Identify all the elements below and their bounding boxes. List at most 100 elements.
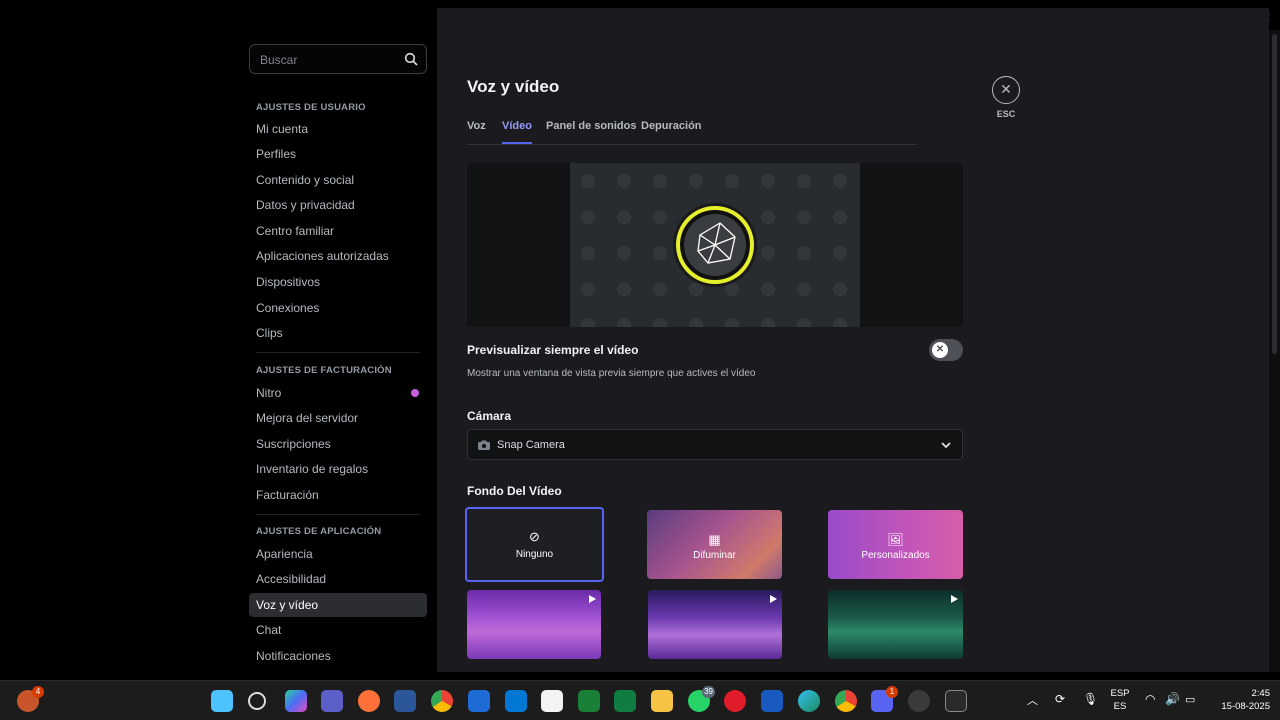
sidebar-divider xyxy=(256,514,420,515)
camera-select-value: Snap Camera xyxy=(497,439,565,451)
toggle-off-icon: ✕ xyxy=(932,342,948,358)
app-icon[interactable] xyxy=(468,690,490,712)
always-preview-toggle[interactable]: ✕ xyxy=(929,339,963,361)
background-thumb-3[interactable] xyxy=(828,590,963,659)
excel-icon[interactable] xyxy=(614,690,636,712)
background-option-custom-label: Personalizados xyxy=(861,550,930,561)
search-placeholder: Buscar xyxy=(260,53,298,67)
sidebar-item-content-social[interactable]: Contenido y social xyxy=(249,168,427,192)
windows-start-icon[interactable] xyxy=(211,690,233,712)
firefox-icon[interactable] xyxy=(358,690,380,712)
word-icon[interactable] xyxy=(761,690,783,712)
notification-app-icon[interactable]: 4 xyxy=(17,686,44,712)
outlook-icon[interactable] xyxy=(505,690,527,712)
calendar-icon[interactable] xyxy=(541,690,563,712)
tray-chevron-icon[interactable]: ︿ xyxy=(1027,692,1038,708)
camera-placeholder-icon xyxy=(570,163,860,327)
background-option-none-label: Ninguno xyxy=(515,549,554,560)
sidebar-item-voice-video[interactable]: Voz y vídeo xyxy=(249,593,427,617)
background-option-blur[interactable]: ▦ Difuminar xyxy=(647,510,782,579)
page-title: Voz y vídeo xyxy=(467,77,560,96)
sidebar-item-billing[interactable]: Facturación xyxy=(249,483,427,507)
sidebar-divider xyxy=(256,352,420,353)
taskbar-search-icon[interactable] xyxy=(248,692,266,710)
camera-icon xyxy=(478,440,490,450)
section-header-user-settings: AJUSTES DE USUARIO xyxy=(256,102,366,113)
sidebar-item-nitro[interactable]: Nitro xyxy=(249,381,427,405)
camera-select[interactable]: Snap Camera xyxy=(467,429,963,460)
preview-option-title: Previsualizar siempre el vídeo xyxy=(467,343,639,357)
wifi-icon[interactable]: ◠ xyxy=(1145,692,1155,706)
tab-bar: Voz Vídeo Panel de sonidos Depuración xyxy=(467,120,917,145)
tab-voice[interactable]: Voz xyxy=(467,120,486,144)
battery-icon[interactable]: ▭ xyxy=(1185,693,1195,706)
notification-badge: 1 xyxy=(886,686,898,698)
notification-badge: 4 xyxy=(32,686,44,698)
section-header-billing-settings: AJUSTES DE FACTURACIÓN xyxy=(256,365,392,376)
background-option-blur-label: Difuminar xyxy=(693,550,736,561)
camera-label: Cámara xyxy=(467,409,512,423)
app-icon[interactable] xyxy=(394,690,416,712)
add-image-icon: 🖼 xyxy=(887,532,904,547)
opera-icon[interactable] xyxy=(724,690,746,712)
video-background-label: Fondo Del Vídeo xyxy=(467,484,562,498)
sidebar-item-notifications[interactable]: Notificaciones xyxy=(249,644,427,668)
sidebar-item-appearance[interactable]: Apariencia xyxy=(249,542,427,566)
scrollbar[interactable] xyxy=(1269,30,1280,672)
blur-icon: ▦ xyxy=(708,532,721,547)
copilot-icon[interactable] xyxy=(285,690,307,712)
discord-icon[interactable]: 1 xyxy=(871,686,898,712)
play-icon xyxy=(770,595,777,603)
project-icon[interactable] xyxy=(578,690,600,712)
sidebar-item-my-account[interactable]: Mi cuenta xyxy=(249,117,427,141)
tab-debug[interactable]: Depuración xyxy=(641,120,702,144)
play-icon xyxy=(951,595,958,603)
scrollbar-thumb[interactable] xyxy=(1272,34,1277,354)
play-icon xyxy=(589,595,596,603)
close-icon: ✕ xyxy=(1000,81,1012,97)
sidebar-item-authorized-apps[interactable]: Aplicaciones autorizadas xyxy=(249,244,427,268)
sidebar-item-clips[interactable]: Clips xyxy=(249,321,427,345)
sidebar-item-family-center[interactable]: Centro familiar xyxy=(249,219,427,243)
sidebar-item-data-privacy[interactable]: Datos y privacidad xyxy=(249,193,427,217)
sync-icon[interactable]: ⟳ xyxy=(1055,692,1065,706)
whatsapp-icon[interactable]: 39 xyxy=(688,686,715,712)
language-indicator[interactable]: ESP xyxy=(1108,688,1132,699)
sidebar-item-accessibility[interactable]: Accesibilidad xyxy=(249,567,427,591)
sidebar-item-subscriptions[interactable]: Suscripciones xyxy=(249,432,427,456)
title-bar xyxy=(0,0,1280,8)
preview-option-description: Mostrar una ventana de vista previa siem… xyxy=(467,368,756,379)
clock-time[interactable]: 2:45 xyxy=(1205,688,1271,699)
volume-icon[interactable]: 🔊 xyxy=(1165,692,1180,706)
discord-settings-window: – ☐ ✕ Buscar AJUSTES DE USUARIO Mi cuent… xyxy=(0,0,1280,720)
sidebar-item-server-boost[interactable]: Mejora del servidor xyxy=(249,406,427,430)
search-input[interactable]: Buscar xyxy=(249,44,427,74)
close-settings-button[interactable]: ✕ xyxy=(992,76,1020,104)
edge-icon[interactable] xyxy=(798,690,820,712)
background-thumb-2[interactable] xyxy=(648,590,782,659)
chevron-down-icon xyxy=(941,442,951,449)
teams-icon[interactable] xyxy=(321,690,343,712)
tab-video[interactable]: Vídeo xyxy=(502,120,532,144)
background-option-none[interactable]: ⊘ Ninguno xyxy=(465,507,604,582)
background-thumb-1[interactable] xyxy=(467,590,601,659)
chrome-icon[interactable] xyxy=(431,690,453,712)
file-explorer-icon[interactable] xyxy=(651,690,673,712)
search-icon xyxy=(404,52,418,66)
section-header-app-settings: AJUSTES DE APLICACIÓN xyxy=(256,526,382,537)
chrome-icon[interactable] xyxy=(835,690,857,712)
clock-date: 15-08-2025 xyxy=(1221,701,1270,712)
sidebar-item-chat[interactable]: Chat xyxy=(249,618,427,642)
video-preview-image xyxy=(570,163,860,327)
sidebar-item-profiles[interactable]: Perfiles xyxy=(249,142,427,166)
tab-soundboard[interactable]: Panel de sonidos xyxy=(546,120,636,144)
sidebar-item-connections[interactable]: Conexiones xyxy=(249,296,427,320)
epic-games-icon[interactable] xyxy=(945,690,967,712)
microphone-icon[interactable]: 🎙 xyxy=(1083,692,1098,706)
sidebar-item-devices[interactable]: Dispositivos xyxy=(249,270,427,294)
background-option-custom[interactable]: 🖼 Personalizados xyxy=(828,510,963,579)
sidebar-item-gift-inventory[interactable]: Inventario de regalos xyxy=(249,457,427,481)
none-icon: ⊘ xyxy=(529,529,540,544)
nitro-badge-icon xyxy=(411,389,419,397)
app-icon[interactable] xyxy=(908,690,930,712)
